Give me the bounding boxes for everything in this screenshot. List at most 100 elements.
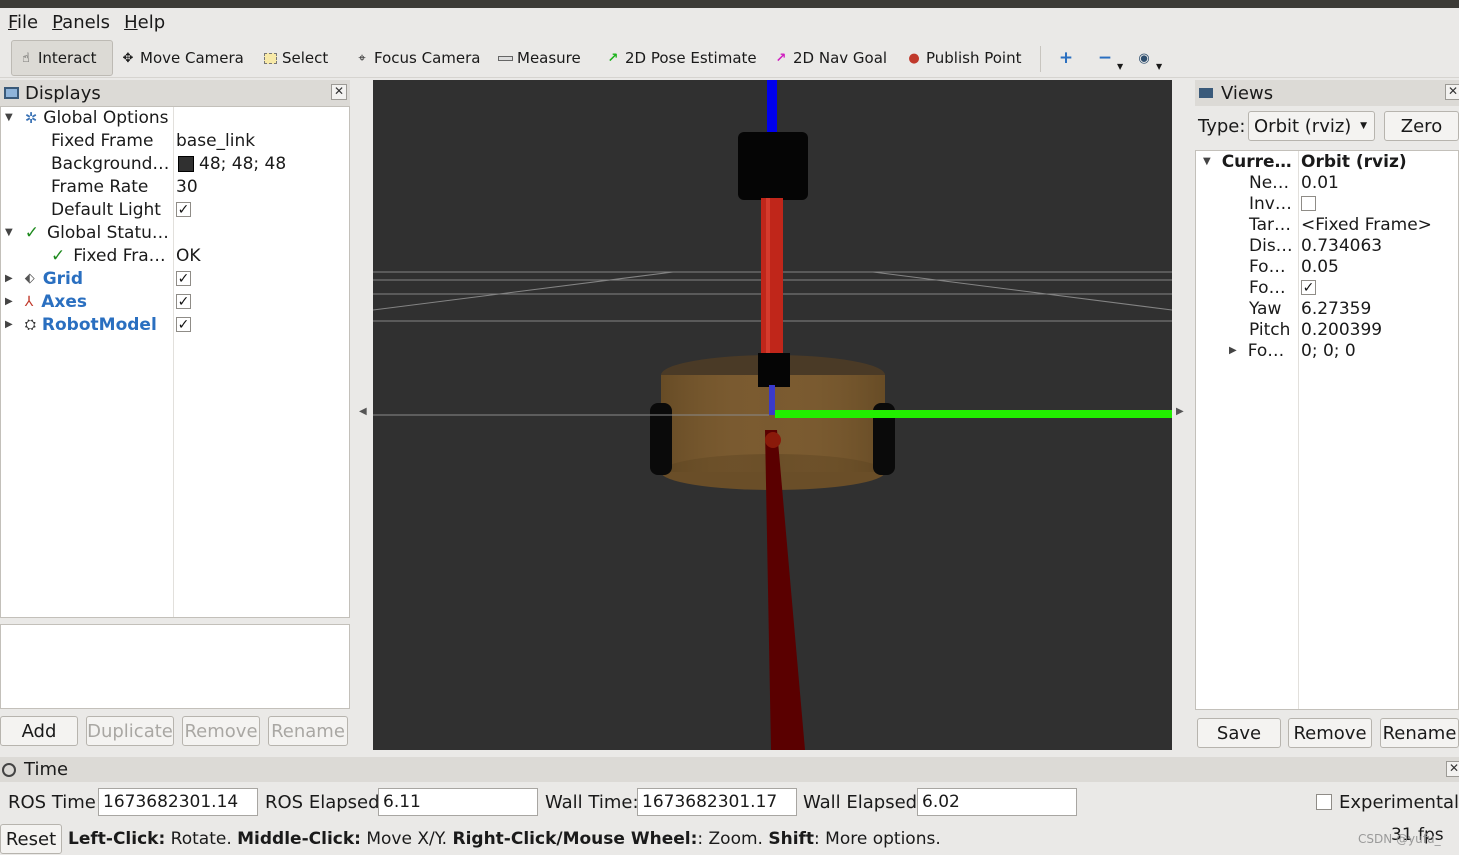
menu-file[interactable]: File <box>8 12 38 33</box>
tree-item-global-options[interactable]: ▼ ✲ Global Options <box>5 106 169 129</box>
focal-shape-fixed-checkbox[interactable]: ✓ <box>1301 276 1316 299</box>
robot-model-enabled-checkbox[interactable]: ✓ <box>176 313 191 336</box>
property-distance[interactable]: Dis… <box>1249 234 1293 257</box>
status-hint: Left-Click: Rotate. Middle-Click: Move X… <box>68 829 941 849</box>
view-type-label: Type: <box>1198 116 1246 137</box>
move-camera-tool-button[interactable]: ✥ Move Camera <box>114 40 250 76</box>
tree-item-grid[interactable]: ▶ ⬖ Grid <box>5 267 83 290</box>
toolbar-separator <box>1040 46 1041 72</box>
interact-tool-button[interactable]: ☝ Interact <box>11 40 113 76</box>
measure-tool-button[interactable]: Measure <box>491 40 587 76</box>
close-displays-button[interactable]: ✕ <box>331 84 347 100</box>
property-fixed-frame-value[interactable]: base_link <box>176 129 255 152</box>
display-description-box <box>0 624 350 709</box>
view-type-select[interactable]: Orbit (rviz) ▼ <box>1248 111 1375 141</box>
property-pitch[interactable]: Pitch <box>1249 318 1290 341</box>
tree-item-axes[interactable]: ▶ ⅄ Axes <box>5 290 87 313</box>
focal-point-value[interactable]: 0; 0; 0 <box>1301 339 1356 362</box>
check-icon: ✓ <box>176 293 191 310</box>
panel-visibility-button[interactable]: ◉ ▼ <box>1130 40 1168 76</box>
y-axis <box>775 410 1172 418</box>
grid-enabled-checkbox[interactable]: ✓ <box>176 267 191 290</box>
menu-help[interactable]: Help <box>124 12 165 33</box>
axes-enabled-checkbox[interactable]: ✓ <box>176 290 191 313</box>
views-panel-header: Views ✕ <box>1195 80 1459 106</box>
move-camera-icon: ✥ <box>122 50 134 66</box>
ros-elapsed-field[interactable]: 6.11 <box>378 788 538 816</box>
tree-item-status-fixed-frame[interactable]: ✓ Fixed Fra… <box>51 244 166 267</box>
wall-time-field[interactable]: 1673682301.17 <box>637 788 797 816</box>
3d-viewport[interactable] <box>373 80 1172 750</box>
wall-elapsed-field[interactable]: 6.02 <box>917 788 1077 816</box>
property-background[interactable]: Background… <box>51 152 169 175</box>
scene-render <box>373 80 1172 750</box>
menu-bar: File Panels Help <box>0 8 1459 36</box>
yaw-value[interactable]: 6.27359 <box>1301 297 1371 320</box>
watermark: CSDN @yufu_ <box>1358 832 1441 846</box>
empty-checkbox <box>1316 794 1332 810</box>
expanded-arrow-icon: ▼ <box>1203 156 1211 167</box>
map-pin-icon: ● <box>908 50 920 66</box>
z-axis-center <box>769 385 775 415</box>
invert-z-checkbox[interactable] <box>1301 192 1316 215</box>
close-time-button[interactable]: ✕ <box>1446 761 1459 777</box>
property-invert-z[interactable]: Inv… <box>1249 192 1292 215</box>
property-background-value[interactable]: 48; 48; 48 <box>178 152 286 175</box>
distance-value[interactable]: 0.734063 <box>1301 234 1382 257</box>
target-frame-value[interactable]: <Fixed Frame> <box>1301 213 1432 236</box>
property-frame-rate[interactable]: Frame Rate <box>51 175 148 198</box>
z-axis <box>767 80 777 140</box>
property-fixed-frame[interactable]: Fixed Frame <box>51 129 153 152</box>
remove-display-button[interactable]: Remove <box>182 716 260 746</box>
duplicate-display-button[interactable]: Duplicate <box>86 716 174 746</box>
property-focal-shape-fixed[interactable]: Fo… <box>1249 276 1286 299</box>
rename-display-button[interactable]: Rename <box>268 716 348 746</box>
experimental-checkbox[interactable] <box>1316 794 1332 815</box>
time-panel-header: Time <box>0 757 1459 782</box>
pitch-value[interactable]: 0.200399 <box>1301 318 1382 341</box>
rename-view-button[interactable]: Rename <box>1380 718 1459 748</box>
minus-icon: − <box>1097 48 1113 68</box>
close-views-button[interactable]: ✕ <box>1445 84 1459 100</box>
zero-button[interactable]: Zero <box>1384 111 1459 141</box>
add-tool-button[interactable]: + <box>1052 40 1084 76</box>
publish-point-tool-button[interactable]: ● Publish Point <box>900 40 1027 76</box>
add-display-button[interactable]: Add <box>0 716 78 746</box>
nav-goal-tool-button[interactable]: ↗ 2D Nav Goal <box>767 40 893 76</box>
property-target-frame[interactable]: Tar… <box>1249 213 1291 236</box>
property-focal-shape-size[interactable]: Fo… <box>1249 255 1286 278</box>
save-view-button[interactable]: Save <box>1197 718 1281 748</box>
reset-button[interactable]: Reset <box>0 824 62 854</box>
camera-icon <box>1199 88 1213 98</box>
property-frame-rate-value[interactable]: 30 <box>176 175 198 198</box>
ros-time-field[interactable]: 1673682301.14 <box>98 788 258 816</box>
current-view-item[interactable]: ▼ Curre… <box>1203 150 1292 173</box>
menu-panels[interactable]: Panels <box>52 12 110 33</box>
center-block <box>758 353 790 387</box>
remove-view-button[interactable]: Remove <box>1288 718 1372 748</box>
default-light-checkbox[interactable]: ✓ <box>176 198 191 221</box>
empty-checkbox <box>1301 196 1316 211</box>
axes-icon: ⅄ <box>24 293 34 310</box>
property-near-clip[interactable]: Ne… <box>1249 171 1289 194</box>
collapsed-arrow-icon: ▶ <box>5 296 13 307</box>
remove-tool-button[interactable]: − ▼ <box>1091 40 1129 76</box>
select-tool-button[interactable]: Select <box>256 40 334 76</box>
check-icon: ✓ <box>176 201 191 218</box>
current-view-value: Orbit (rviz) <box>1301 151 1407 172</box>
ok-check-icon: ✓ <box>51 245 66 266</box>
tree-item-global-status[interactable]: ▼ ✓ Global Statu… <box>5 221 169 244</box>
property-focal-point[interactable]: ▶ Fo… <box>1229 339 1284 362</box>
focus-camera-tool-button[interactable]: ⌖ Focus Camera <box>348 40 486 76</box>
displays-panel-header: Displays ✕ <box>0 80 350 106</box>
near-clip-value[interactable]: 0.01 <box>1301 171 1339 194</box>
tree-item-robot-model[interactable]: ▶ ⛭ RobotModel <box>5 313 157 336</box>
clock-icon <box>2 762 16 777</box>
collapse-left-arrow-icon[interactable]: ◀ <box>359 406 367 417</box>
focal-shape-size-value[interactable]: 0.05 <box>1301 255 1339 278</box>
pose-estimate-tool-button[interactable]: ↗ 2D Pose Estimate <box>599 40 763 76</box>
property-default-light[interactable]: Default Light <box>51 198 161 221</box>
ruler-icon <box>497 50 513 66</box>
collapse-right-arrow-icon[interactable]: ▶ <box>1176 406 1184 417</box>
property-yaw[interactable]: Yaw <box>1249 297 1281 320</box>
